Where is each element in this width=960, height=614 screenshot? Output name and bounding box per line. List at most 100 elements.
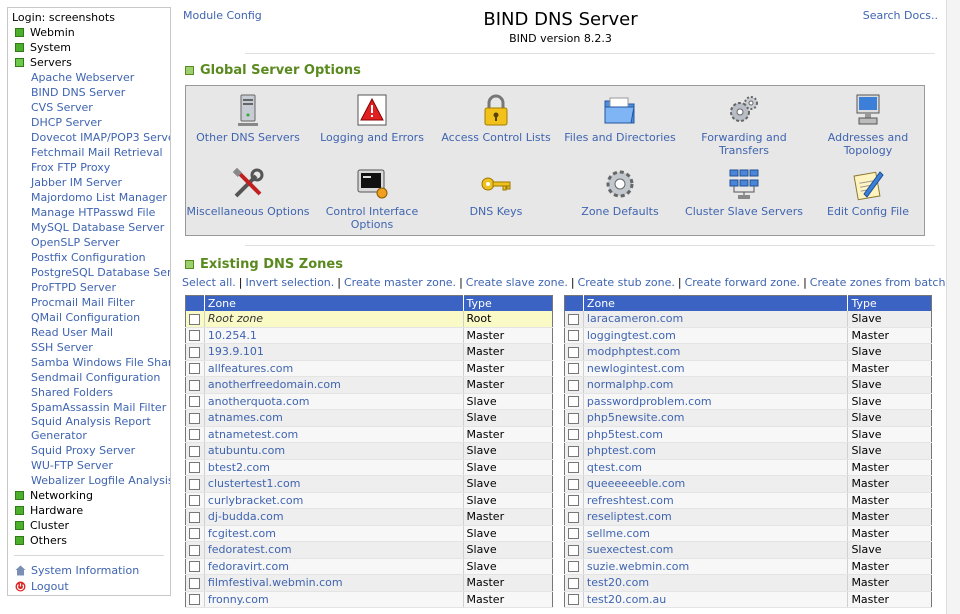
forwarding-and-transfers-option[interactable]: Forwarding and Transfers bbox=[682, 92, 806, 157]
module-sendmail-configuration[interactable]: Sendmail Configuration bbox=[8, 370, 170, 385]
zone-select-checkbox[interactable] bbox=[189, 577, 201, 589]
access-control-lists-option[interactable]: Access Control Lists bbox=[434, 92, 558, 144]
select-all-link[interactable]: Select all. bbox=[182, 276, 236, 289]
category-others[interactable]: Others bbox=[8, 533, 170, 548]
zone-select-checkbox[interactable] bbox=[568, 528, 580, 540]
module-proftpd-server[interactable]: ProFTPD Server bbox=[8, 280, 170, 295]
zone-name-link[interactable]: laracameron.com bbox=[582, 311, 848, 328]
zone-name-link[interactable]: clustertest1.com bbox=[203, 475, 464, 493]
zone-select-checkbox[interactable] bbox=[568, 594, 580, 606]
create-master-zone-link[interactable]: Create master zone. bbox=[344, 276, 456, 289]
zone-select-checkbox[interactable] bbox=[568, 478, 580, 490]
zone-name-link[interactable]: btest2.com bbox=[203, 459, 464, 476]
zone-select-checkbox[interactable] bbox=[189, 313, 201, 325]
zone-select-checkbox[interactable] bbox=[568, 346, 580, 358]
zone-name-link[interactable]: fronny.com bbox=[203, 591, 464, 608]
zone-name-link[interactable]: qtest.com bbox=[582, 459, 848, 476]
zone-name-link[interactable]: newlogintest.com bbox=[582, 360, 848, 377]
module-webalizer-logfile-analysis[interactable]: Webalizer Logfile Analysis bbox=[8, 473, 170, 488]
zone-name-link[interactable]: fedoratest.com bbox=[203, 541, 464, 559]
zone-name-link[interactable]: reseliptest.com bbox=[582, 508, 848, 526]
zone-select-checkbox[interactable] bbox=[189, 379, 201, 391]
zone-select-checkbox[interactable] bbox=[568, 462, 580, 474]
category-system[interactable]: System bbox=[8, 40, 170, 55]
module-majordomo-list-manager[interactable]: Majordomo List Manager bbox=[8, 190, 170, 205]
zone-select-checkbox[interactable] bbox=[568, 445, 580, 457]
zone-select-checkbox[interactable] bbox=[189, 594, 201, 606]
dns-keys-option[interactable]: DNS Keys bbox=[434, 166, 558, 218]
zone-name-link[interactable]: fcgitest.com bbox=[203, 525, 464, 542]
control-interface-options-option[interactable]: Control Interface Options bbox=[310, 166, 434, 231]
zone-name-link[interactable]: suzie.webmin.com bbox=[582, 558, 848, 575]
module-postgresql-database-server[interactable]: PostgreSQL Database Server bbox=[8, 265, 170, 280]
zone-select-checkbox[interactable] bbox=[189, 429, 201, 441]
zone-select-checkbox[interactable] bbox=[568, 379, 580, 391]
zone-defaults-option[interactable]: Zone Defaults bbox=[558, 166, 682, 218]
zone-select-checkbox[interactable] bbox=[568, 412, 580, 424]
logout-link[interactable]: Logout bbox=[8, 578, 170, 594]
zone-select-checkbox[interactable] bbox=[568, 495, 580, 507]
zone-name-link[interactable]: queeeeeeble.com bbox=[582, 475, 848, 493]
zone-select-checkbox[interactable] bbox=[568, 511, 580, 523]
module-qmail-configuration[interactable]: QMail Configuration bbox=[8, 310, 170, 325]
module-read-user-mail[interactable]: Read User Mail bbox=[8, 325, 170, 340]
edit-config-file-option[interactable]: Edit Config File bbox=[806, 166, 930, 218]
search-docs-link[interactable]: Search Docs.. bbox=[863, 9, 938, 22]
system-information-link[interactable]: System Information bbox=[8, 562, 170, 578]
module-frox-ftp-proxy[interactable]: Frox FTP Proxy bbox=[8, 160, 170, 175]
zone-name-link[interactable]: test20.com bbox=[582, 574, 848, 592]
module-squid-analysis-report[interactable]: Squid Analysis Report bbox=[8, 415, 170, 429]
zone-name-link[interactable]: php5newsite.com bbox=[582, 409, 848, 427]
zone-name-link[interactable]: 193.9.101 bbox=[203, 343, 464, 361]
module-shared-folders[interactable]: Shared Folders bbox=[8, 385, 170, 400]
category-servers[interactable]: Servers bbox=[8, 55, 170, 70]
module-mysql-database-server[interactable]: MySQL Database Server bbox=[8, 220, 170, 235]
miscellaneous-options-option[interactable]: Miscellaneous Options bbox=[186, 166, 310, 218]
zone-name-link[interactable]: normalphp.com bbox=[582, 376, 848, 394]
category-networking[interactable]: Networking bbox=[8, 488, 170, 503]
create-zones-from-batch-file-link[interactable]: Create zones from batch file. bbox=[810, 276, 960, 289]
existing-dns-zones-heading[interactable]: Existing DNS Zones bbox=[185, 257, 343, 272]
zone-name-link[interactable]: anotherquota.com bbox=[203, 393, 464, 410]
zone-name-link[interactable]: modphptest.com bbox=[582, 343, 848, 361]
zone-select-checkbox[interactable] bbox=[189, 412, 201, 424]
global-server-options-heading[interactable]: Global Server Options bbox=[185, 63, 361, 78]
module-procmail-mail-filter[interactable]: Procmail Mail Filter bbox=[8, 295, 170, 310]
zone-select-checkbox[interactable] bbox=[189, 396, 201, 408]
zone-name-link[interactable]: 10.254.1 bbox=[203, 327, 464, 344]
zone-select-checkbox[interactable] bbox=[189, 363, 201, 375]
zone-select-checkbox[interactable] bbox=[568, 313, 580, 325]
zone-name-link[interactable]: atubuntu.com bbox=[203, 442, 464, 460]
create-forward-zone-link[interactable]: Create forward zone. bbox=[685, 276, 800, 289]
vertical-scrollbar[interactable] bbox=[946, 0, 960, 614]
zone-select-checkbox[interactable] bbox=[568, 396, 580, 408]
zone-name-link[interactable]: dj-budda.com bbox=[203, 508, 464, 526]
module-postfix-configuration[interactable]: Postfix Configuration bbox=[8, 250, 170, 265]
zone-name-link[interactable]: sellme.com bbox=[582, 525, 848, 542]
zone-select-checkbox[interactable] bbox=[568, 363, 580, 375]
zone-name-link[interactable]: php5test.com bbox=[582, 426, 848, 443]
category-cluster[interactable]: Cluster bbox=[8, 518, 170, 533]
zone-select-checkbox[interactable] bbox=[189, 495, 201, 507]
zone-select-checkbox[interactable] bbox=[568, 429, 580, 441]
zone-select-checkbox[interactable] bbox=[189, 346, 201, 358]
other-dns-servers-option[interactable]: Other DNS Servers bbox=[186, 92, 310, 144]
module-ssh-server[interactable]: SSH Server bbox=[8, 340, 170, 355]
zone-name-link[interactable]: curlybracket.com bbox=[203, 492, 464, 509]
zone-name-link[interactable]: anotherfreedomain.com bbox=[203, 376, 464, 394]
zone-select-checkbox[interactable] bbox=[568, 577, 580, 589]
zone-name-link[interactable]: refreshtest.com bbox=[582, 492, 848, 509]
module-jabber-im-server[interactable]: Jabber IM Server bbox=[8, 175, 170, 190]
zone-select-checkbox[interactable] bbox=[189, 478, 201, 490]
zone-name-link[interactable]: fedoravirt.com bbox=[203, 558, 464, 575]
zone-select-checkbox[interactable] bbox=[189, 511, 201, 523]
module-openslp-server[interactable]: OpenSLP Server bbox=[8, 235, 170, 250]
zone-name-link[interactable]: allfeatures.com bbox=[203, 360, 464, 377]
zone-name-link[interactable]: atnametest.com bbox=[203, 426, 464, 443]
zone-select-checkbox[interactable] bbox=[189, 330, 201, 342]
module-wu-ftp-server[interactable]: WU-FTP Server bbox=[8, 458, 170, 473]
create-stub-zone-link[interactable]: Create stub zone. bbox=[578, 276, 675, 289]
zone-select-checkbox[interactable] bbox=[189, 544, 201, 556]
logging-and-errors-option[interactable]: Logging and Errors bbox=[310, 92, 434, 144]
zone-name-link[interactable]: loggingtest.com bbox=[582, 327, 848, 344]
